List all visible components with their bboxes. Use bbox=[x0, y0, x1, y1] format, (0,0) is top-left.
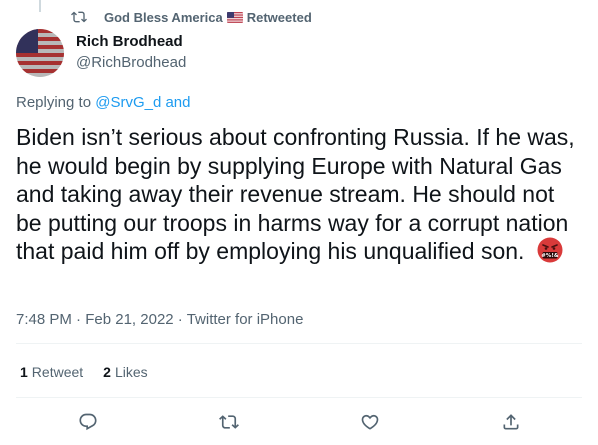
divider-top bbox=[16, 343, 582, 344]
thread-line bbox=[39, 0, 41, 12]
retweet-action-icon bbox=[219, 415, 239, 429]
avatar[interactable] bbox=[16, 29, 64, 77]
reply-target-link[interactable]: @SrvG_d and bbox=[95, 94, 190, 111]
author-name[interactable]: Rich Brodhead bbox=[76, 33, 186, 51]
tweet-text: Biden isn’t serious about confronting Ru… bbox=[16, 123, 576, 266]
tweet-body: Biden isn’t serious about confronting Ru… bbox=[16, 124, 575, 264]
like-icon bbox=[361, 414, 379, 430]
tweet-source[interactable]: Twitter for iPhone bbox=[187, 311, 304, 328]
retweets-count: 1 bbox=[20, 364, 28, 380]
likes-stat[interactable]: 2 Likes bbox=[103, 364, 147, 380]
retweet-button[interactable] bbox=[217, 410, 241, 434]
reply-button[interactable] bbox=[76, 410, 100, 434]
likes-label: Likes bbox=[114, 364, 148, 380]
retweeter-name[interactable]: God Bless America bbox=[104, 10, 223, 25]
author-block[interactable]: Rich Brodhead @RichBrodhead bbox=[76, 33, 186, 73]
retweet-context: God Bless America Retweeted bbox=[71, 9, 312, 25]
retweet-icon bbox=[71, 11, 87, 23]
share-button[interactable] bbox=[499, 410, 523, 434]
meta-sep-1: · bbox=[71, 311, 86, 328]
action-bar bbox=[16, 410, 582, 434]
divider-bottom bbox=[16, 397, 582, 398]
retweets-label: Retweet bbox=[31, 364, 84, 380]
retweets-stat[interactable]: 1 Retweet bbox=[20, 364, 83, 380]
replying-to: Replying to @SrvG_d and bbox=[16, 94, 191, 111]
tweet-date[interactable]: Feb 21, 2022 bbox=[85, 311, 173, 328]
us-flag-icon bbox=[226, 11, 243, 23]
author-handle[interactable]: @RichBrodhead bbox=[76, 53, 186, 73]
angry-face-emoji: #%!& bbox=[537, 237, 563, 263]
replying-prefix: Replying to bbox=[16, 94, 96, 111]
retweeted-label: Retweeted bbox=[246, 9, 312, 25]
tweet-time[interactable]: 7:48 PM bbox=[16, 311, 72, 328]
share-icon bbox=[503, 414, 519, 430]
meta-sep-2: · bbox=[173, 311, 187, 328]
svg-text:#%!&: #%!& bbox=[541, 253, 559, 259]
reply-icon bbox=[79, 413, 97, 431]
tweet-stats: 1 Retweet 2 Likes bbox=[20, 364, 148, 380]
tweet-meta: 7:48 PM · Feb 21, 2022 · Twitter for iPh… bbox=[16, 311, 303, 328]
likes-count: 2 bbox=[103, 364, 111, 380]
like-button[interactable] bbox=[358, 410, 382, 434]
